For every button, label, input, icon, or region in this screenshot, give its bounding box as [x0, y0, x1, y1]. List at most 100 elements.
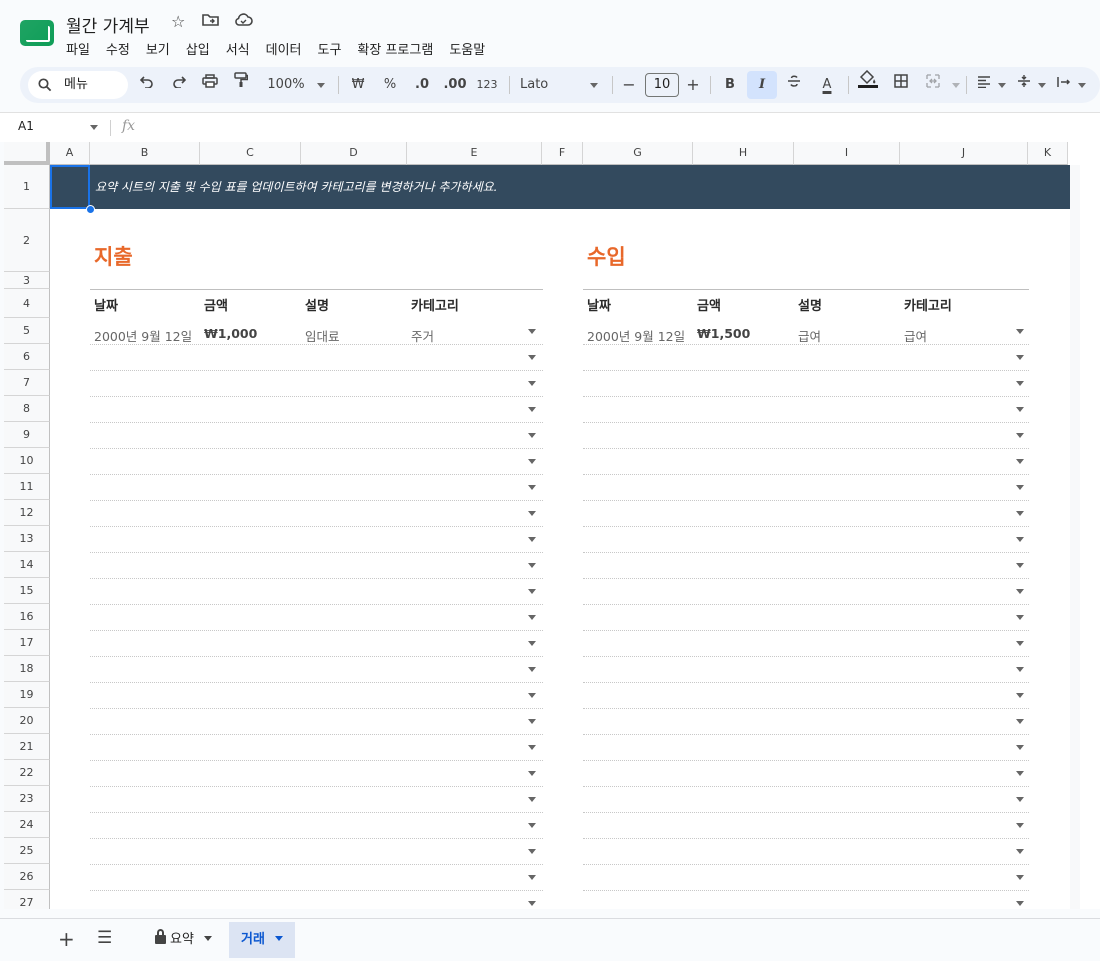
- expenses-category-dropdown-icon[interactable]: [528, 823, 536, 828]
- row-header-20[interactable]: 20: [4, 708, 50, 734]
- income-category-dropdown-icon[interactable]: [1016, 641, 1024, 646]
- search-menus-input[interactable]: 메뉴: [28, 71, 128, 99]
- menu-help[interactable]: 도움말: [449, 38, 493, 59]
- expenses-category-dropdown-icon[interactable]: [528, 433, 536, 438]
- spreadsheet-grid[interactable]: ABCDEFGHIJK 1 2 3 4 5 6 7 8 9 10 11 12 13 14 15 16 17 18 1…: [4, 142, 1100, 909]
- font-select[interactable]: Lato: [520, 67, 560, 103]
- menu-data[interactable]: 데이터: [266, 38, 310, 59]
- row-header-24[interactable]: 24: [4, 812, 50, 838]
- document-title[interactable]: 월간 가계부: [66, 12, 150, 37]
- h-align-caret-icon[interactable]: [998, 83, 1006, 88]
- text-wrap-icon[interactable]: [1054, 67, 1074, 103]
- italic-button[interactable]: I: [752, 67, 772, 103]
- row-header-16[interactable]: 16: [4, 604, 50, 630]
- tab-transactions-caret-icon[interactable]: [274, 936, 283, 941]
- undo-icon[interactable]: [136, 67, 158, 103]
- row-header-11[interactable]: 11: [4, 474, 50, 500]
- expenses-category-dropdown-icon[interactable]: [528, 615, 536, 620]
- row-header-12[interactable]: 12: [4, 500, 50, 526]
- income-category-dropdown-icon[interactable]: [1016, 693, 1024, 698]
- print-icon[interactable]: [199, 67, 221, 103]
- column-header-k[interactable]: K: [1028, 142, 1068, 165]
- sheets-logo-icon[interactable]: [20, 20, 54, 46]
- fill-handle[interactable]: [86, 205, 95, 214]
- v-align-caret-icon[interactable]: [1038, 83, 1046, 88]
- income-category-dropdown-icon[interactable]: [1016, 381, 1024, 386]
- zoom-select[interactable]: 100%: [264, 67, 308, 103]
- menu-format[interactable]: 서식: [226, 38, 258, 59]
- currency-format-button[interactable]: ₩: [348, 67, 368, 103]
- borders-icon[interactable]: [890, 67, 912, 103]
- name-box[interactable]: A1: [18, 119, 34, 133]
- merge-cells-icon[interactable]: [922, 67, 944, 103]
- expenses-category-dropdown-icon[interactable]: [528, 771, 536, 776]
- percent-format-button[interactable]: %: [380, 67, 400, 103]
- increase-decimal-button[interactable]: .00: [442, 67, 468, 103]
- row-header-21[interactable]: 21: [4, 734, 50, 760]
- tab-summary-caret-icon[interactable]: [203, 936, 212, 941]
- income-category-dropdown-icon[interactable]: [1016, 485, 1024, 490]
- row-header-26[interactable]: 26: [4, 864, 50, 890]
- column-header-f[interactable]: F: [542, 142, 583, 165]
- text-wrap-caret-icon[interactable]: [1078, 83, 1086, 88]
- cloud-saved-icon[interactable]: [234, 12, 253, 31]
- paint-format-icon[interactable]: [230, 67, 252, 103]
- horizontal-align-icon[interactable]: [974, 67, 994, 103]
- expenses-category-dropdown-icon[interactable]: [528, 641, 536, 646]
- income-date-cell[interactable]: 2000년 9월 12일: [587, 326, 685, 345]
- expenses-category-dropdown-icon[interactable]: [528, 901, 536, 906]
- expenses-category-dropdown-icon[interactable]: [528, 407, 536, 412]
- income-category-dropdown-icon[interactable]: [1016, 563, 1024, 568]
- income-category-dropdown-icon[interactable]: [1016, 537, 1024, 542]
- row-header-27[interactable]: 27: [4, 890, 50, 909]
- sheet-canvas[interactable]: 요약 시트의 지출 및 수입 표를 업데이트하여 카테고리를 변경하거나 추가하…: [50, 165, 1080, 909]
- row-header-23[interactable]: 23: [4, 786, 50, 812]
- row-header-9[interactable]: 9: [4, 422, 50, 448]
- row-header-8[interactable]: 8: [4, 396, 50, 422]
- income-category-dropdown-icon[interactable]: [1016, 433, 1024, 438]
- column-header-b[interactable]: B: [90, 142, 200, 165]
- income-category-dropdown-icon[interactable]: [1016, 823, 1024, 828]
- expenses-category-dropdown-icon[interactable]: [528, 719, 536, 724]
- income-category-dropdown-icon[interactable]: [1016, 329, 1024, 334]
- row-header-25[interactable]: 25: [4, 838, 50, 864]
- income-category-dropdown-icon[interactable]: [1016, 849, 1024, 854]
- add-sheet-button[interactable]: +: [58, 927, 75, 951]
- expenses-category-dropdown-icon[interactable]: [528, 381, 536, 386]
- fill-color-icon[interactable]: [856, 67, 880, 103]
- vertical-align-icon[interactable]: [1014, 67, 1034, 103]
- row-header-5[interactable]: 5: [4, 318, 50, 344]
- menu-file[interactable]: 파일: [66, 38, 98, 59]
- name-box-caret-icon[interactable]: [90, 125, 98, 130]
- income-category-dropdown-icon[interactable]: [1016, 797, 1024, 802]
- income-category-dropdown-icon[interactable]: [1016, 511, 1024, 516]
- income-category-dropdown-icon[interactable]: [1016, 745, 1024, 750]
- merge-caret-icon[interactable]: [952, 83, 960, 88]
- column-header-j[interactable]: J: [900, 142, 1028, 165]
- income-amount-cell[interactable]: ₩1,500: [697, 326, 750, 341]
- row-header-2[interactable]: 2: [4, 209, 50, 272]
- font-size-decrease-button[interactable]: −: [620, 67, 638, 103]
- row-header-19[interactable]: 19: [4, 682, 50, 708]
- expenses-category-dropdown-icon[interactable]: [528, 459, 536, 464]
- column-header-c[interactable]: C: [200, 142, 301, 165]
- expenses-category-dropdown-icon[interactable]: [528, 355, 536, 360]
- font-size-increase-button[interactable]: +: [684, 67, 702, 103]
- font-size-input[interactable]: 10: [645, 73, 679, 97]
- expenses-category-dropdown-icon[interactable]: [528, 563, 536, 568]
- income-category-dropdown-icon[interactable]: [1016, 771, 1024, 776]
- expenses-category-dropdown-icon[interactable]: [528, 875, 536, 880]
- menu-view[interactable]: 보기: [146, 38, 178, 59]
- expense-description-cell[interactable]: 임대료: [305, 326, 340, 345]
- expenses-category-dropdown-icon[interactable]: [528, 511, 536, 516]
- expenses-category-dropdown-icon[interactable]: [528, 745, 536, 750]
- expense-date-cell[interactable]: 2000년 9월 12일: [94, 326, 192, 345]
- income-category-cell[interactable]: 급여: [904, 326, 927, 345]
- expenses-category-dropdown-icon[interactable]: [528, 537, 536, 542]
- income-category-dropdown-icon[interactable]: [1016, 407, 1024, 412]
- column-header-d[interactable]: D: [301, 142, 407, 165]
- expense-category-cell[interactable]: 주거: [411, 326, 434, 345]
- column-header-g[interactable]: G: [583, 142, 693, 165]
- income-category-dropdown-icon[interactable]: [1016, 615, 1024, 620]
- text-color-button[interactable]: A: [815, 67, 839, 103]
